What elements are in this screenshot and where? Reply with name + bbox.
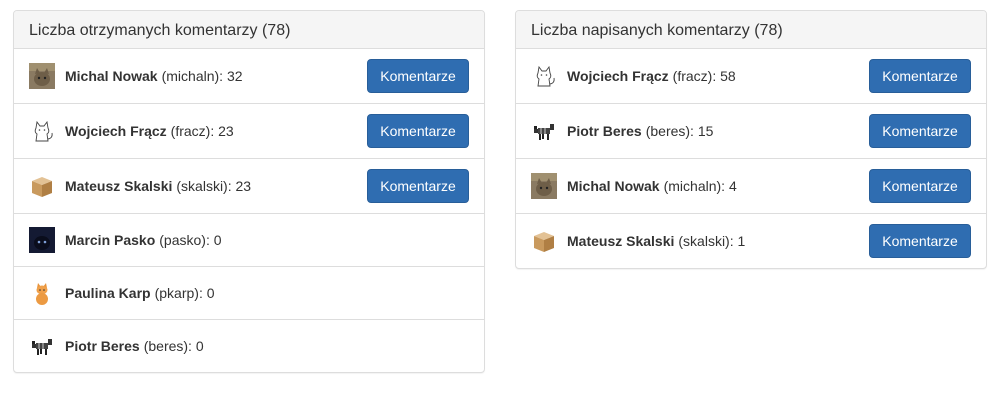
user-login: (pasko): xyxy=(159,232,210,248)
kitten-avatar-icon xyxy=(29,280,55,306)
user-name: Mateusz Skalski xyxy=(567,233,675,249)
user-name: Michal Nowak xyxy=(65,68,158,84)
list-item: Piotr Beres (beres): 15 Komentarze xyxy=(516,104,986,159)
user-name: Mateusz Skalski xyxy=(65,178,173,194)
comment-count: 0 xyxy=(206,285,215,301)
cat-photo-avatar-icon xyxy=(29,63,55,89)
written-comments-panel: Liczba napisanych komentarzy (78) Wojcie… xyxy=(515,10,987,269)
user-name: Piotr Beres xyxy=(65,338,140,354)
user-name: Wojciech Frącz xyxy=(567,68,669,84)
comment-count: 0 xyxy=(195,338,204,354)
user-login: (pkarp): xyxy=(154,285,203,301)
comment-count: 4 xyxy=(728,178,737,194)
user-login: (skalski): xyxy=(678,233,734,249)
user-name: Paulina Karp xyxy=(65,285,151,301)
pixel-cat-avatar-icon xyxy=(29,333,55,359)
list-item: Wojciech Frącz (fracz): 58 Komentarze xyxy=(516,49,986,104)
list-item: Wojciech Frącz (fracz): 23 Komentarze xyxy=(14,104,484,159)
list-item: Michal Nowak (michaln): 4 Komentarze xyxy=(516,159,986,214)
comments-button[interactable]: Komentarze xyxy=(367,169,469,203)
user-name: Marcin Pasko xyxy=(65,232,156,248)
comment-count: 1 xyxy=(737,233,746,249)
user-name: Michal Nowak xyxy=(567,178,660,194)
comment-count: 58 xyxy=(720,68,736,84)
comments-button[interactable]: Komentarze xyxy=(869,59,971,93)
comment-count: 23 xyxy=(235,178,252,194)
user-login: (fracz): xyxy=(170,123,215,139)
cat-photo-avatar-icon xyxy=(531,173,557,199)
comment-count: 0 xyxy=(213,232,222,248)
user-name: Wojciech Frącz xyxy=(65,123,167,139)
cat-sketch-avatar-icon xyxy=(29,118,55,144)
user-name: Piotr Beres xyxy=(567,123,642,139)
cat-sketch-avatar-icon xyxy=(531,63,557,89)
user-login: (fracz): xyxy=(672,68,717,84)
comments-button[interactable]: Komentarze xyxy=(869,224,971,258)
pixel-cat-avatar-icon xyxy=(531,118,557,144)
user-login: (michaln): xyxy=(161,68,224,84)
box-avatar-icon xyxy=(531,228,557,254)
comment-count: 15 xyxy=(697,123,714,139)
black-cat-avatar-icon xyxy=(29,227,55,253)
user-login: (skalski): xyxy=(176,178,232,194)
received-comments-panel: Liczba otrzymanych komentarzy (78) Micha… xyxy=(13,10,485,373)
list-item: Marcin Pasko (pasko): 0 xyxy=(14,214,484,267)
box-avatar-icon xyxy=(29,173,55,199)
list-item: Michal Nowak (michaln): 32 Komentarze xyxy=(14,49,484,104)
panel-title: Liczba napisanych komentarzy (78) xyxy=(516,11,986,49)
list-item: Paulina Karp (pkarp): 0 xyxy=(14,267,484,320)
comments-button[interactable]: Komentarze xyxy=(367,59,469,93)
list-item: Piotr Beres (beres): 0 xyxy=(14,320,484,372)
user-login: (beres): xyxy=(645,123,694,139)
comments-button[interactable]: Komentarze xyxy=(869,114,971,148)
comments-button[interactable]: Komentarze xyxy=(367,114,469,148)
comment-count: 32 xyxy=(226,68,243,84)
user-login: (michaln): xyxy=(663,178,726,194)
list-item: Mateusz Skalski (skalski): 23 Komentarze xyxy=(14,159,484,214)
comments-button[interactable]: Komentarze xyxy=(869,169,971,203)
user-login: (beres): xyxy=(143,338,192,354)
panel-title: Liczba otrzymanych komentarzy (78) xyxy=(14,11,484,49)
comment-count: 23 xyxy=(218,123,234,139)
list-item: Mateusz Skalski (skalski): 1 Komentarze xyxy=(516,214,986,268)
